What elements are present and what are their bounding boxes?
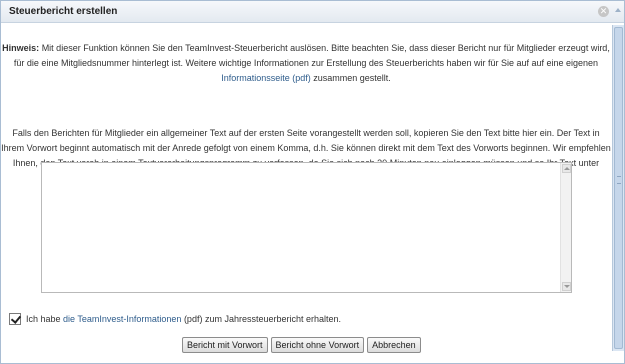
preface-textarea[interactable] bbox=[41, 162, 572, 293]
dialog-title-bar[interactable]: Steuerbericht erstellen ✕ bbox=[1, 1, 624, 23]
hint-text-1: Mit dieser Funktion können Sie den TeamI… bbox=[13, 43, 610, 68]
confirm-checkbox[interactable] bbox=[9, 313, 21, 325]
textarea-scroll-down-icon[interactable] bbox=[562, 282, 571, 291]
info-page-link[interactable]: Informationsseite (pdf) bbox=[221, 73, 311, 83]
report-without-preface-button[interactable]: Bericht ohne Vorwort bbox=[270, 337, 365, 353]
dialog-scrollbar[interactable] bbox=[612, 25, 624, 351]
cancel-button[interactable]: Abbrechen bbox=[367, 337, 421, 353]
dialog-title: Steuerbericht erstellen bbox=[9, 6, 118, 17]
button-row: Bericht mit Vorwort Bericht ohne Vorwort… bbox=[182, 337, 421, 353]
teaminvest-info-link[interactable]: die TeamInvest-Informationen bbox=[63, 314, 181, 324]
close-icon[interactable]: ✕ bbox=[598, 6, 609, 17]
confirm-text-1: Ich habe bbox=[26, 314, 64, 324]
textarea-scroll-up-icon[interactable] bbox=[562, 164, 571, 173]
hint-label: Hinweis: bbox=[2, 43, 40, 53]
textarea-scrollbar[interactable] bbox=[560, 163, 571, 292]
confirm-label: Ich habe die TeamInvest-Informationen (p… bbox=[26, 314, 341, 324]
confirm-text-2: (pdf) zum Jahressteuerbericht erhalten. bbox=[181, 314, 342, 324]
report-with-preface-button[interactable]: Bericht mit Vorwort bbox=[182, 337, 268, 353]
hint-paragraph: Hinweis: Mit dieser Funktion können Sie … bbox=[1, 41, 611, 86]
steuerbericht-dialog: Steuerbericht erstellen ✕ Hinweis: Mit d… bbox=[0, 0, 625, 364]
dialog-scrollbar-thumb[interactable] bbox=[614, 27, 623, 349]
hint-text-2: zusammen gestellt. bbox=[310, 73, 391, 83]
confirm-row: Ich habe die TeamInvest-Informationen (p… bbox=[9, 312, 341, 326]
scroll-up-arrow-icon[interactable] bbox=[615, 8, 621, 12]
